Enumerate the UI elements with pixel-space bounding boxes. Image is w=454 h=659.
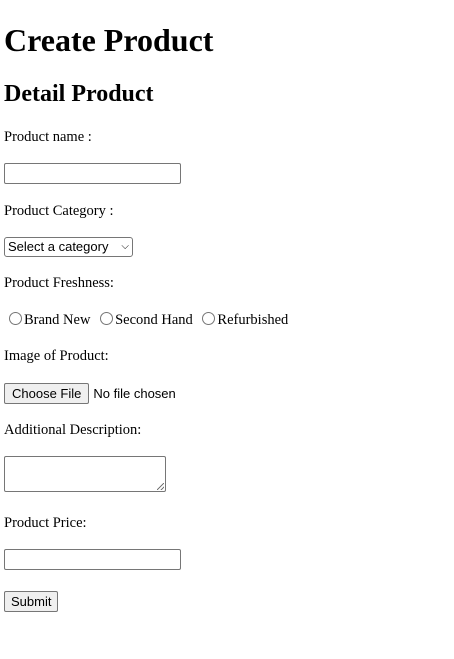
radio-button[interactable] [100, 312, 114, 325]
radio-option-second-hand[interactable]: Second Hand [99, 311, 193, 329]
radio-label: Second Hand [115, 312, 193, 328]
product-category-select[interactable]: Select a category ⌵ [4, 237, 133, 257]
product-category-label: Product Category : [4, 203, 114, 219]
file-status-text: No file chosen [93, 386, 176, 401]
additional-description-label: Additional Description: [4, 422, 142, 438]
radio-button[interactable] [202, 312, 216, 325]
radio-option-brand-new[interactable]: Brand New [8, 311, 90, 329]
product-name-label: Product name : [4, 129, 92, 145]
radio-option-refurbished[interactable]: Refurbished [201, 311, 288, 329]
product-name-input[interactable] [4, 163, 181, 184]
product-category-selected-value: Select a category [8, 239, 109, 254]
radio-label: Brand New [24, 312, 91, 328]
resize-handle-icon[interactable] [157, 483, 164, 490]
product-price-label: Product Price: [4, 515, 87, 531]
radio-label: Refurbished [217, 312, 289, 328]
product-image-label: Image of Product: [4, 348, 109, 364]
page-title: Create Product [4, 22, 214, 58]
choose-file-button[interactable]: Choose File [4, 383, 90, 404]
additional-description-textarea[interactable] [4, 456, 166, 492]
product-price-input[interactable] [4, 549, 181, 570]
product-image-file-input[interactable]: Choose File No file chosen [4, 383, 176, 404]
product-freshness-label: Product Freshness: [4, 275, 114, 291]
radio-button[interactable] [9, 312, 22, 325]
chevron-down-icon: ⌵ [121, 241, 129, 252]
product-freshness-radio-group: Brand New Second Hand Refurbished [8, 311, 293, 329]
section-title: Detail Product [4, 81, 154, 107]
submit-button[interactable]: Submit [4, 591, 59, 612]
